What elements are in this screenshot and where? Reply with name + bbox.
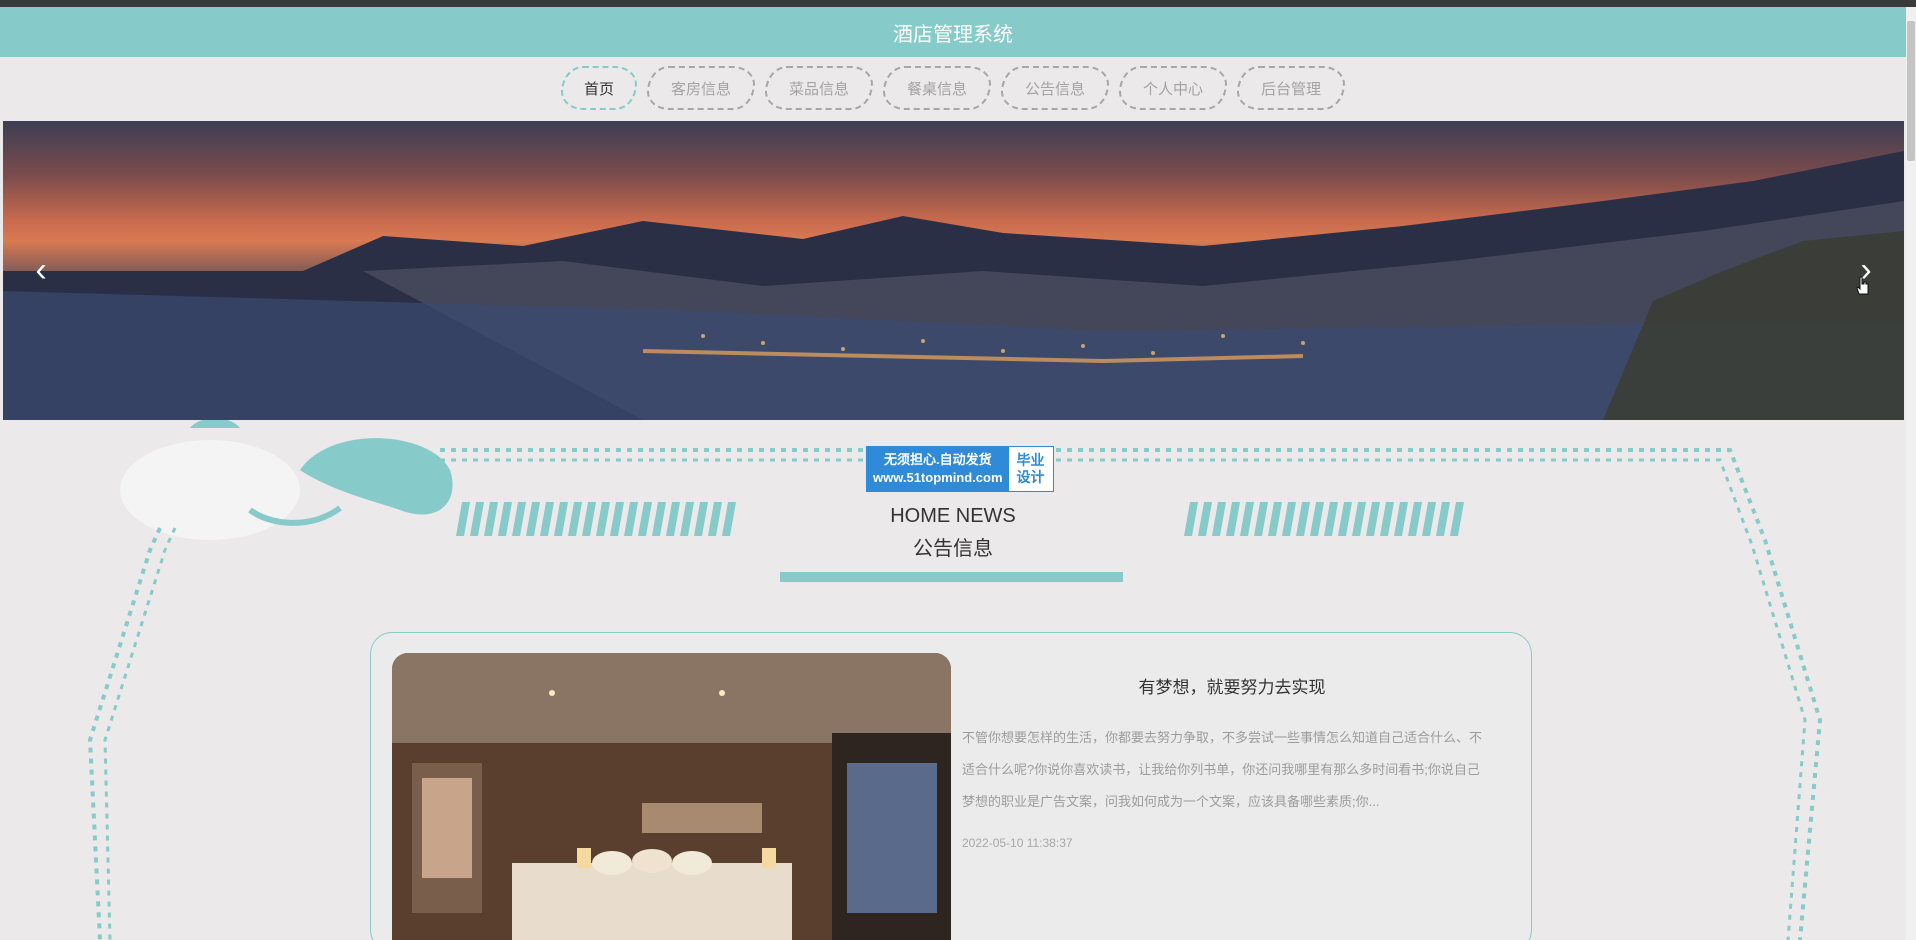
watermark-right: 毕业 设计 [1009, 447, 1053, 491]
pointer-cursor-icon [1856, 276, 1869, 295]
section-title-en: HOME NEWS [890, 505, 1016, 527]
nav-item-rooms[interactable]: 客房信息 [647, 66, 755, 110]
watermark-right2: 设计 [1016, 469, 1045, 485]
carousel-prev-button[interactable]: ‹ [23, 252, 59, 288]
section-heading: HOME NEWS 公告信息 [0, 505, 1906, 561]
page-scrollbar[interactable] [1906, 7, 1916, 940]
news-thumbnail[interactable] [392, 653, 951, 940]
watermark-line1: 无须担心.自动发货 [883, 452, 992, 467]
site-title: 酒店管理系统 [893, 23, 1013, 46]
nav-item-dishes[interactable]: 菜品信息 [765, 66, 873, 110]
section-underline [780, 572, 1123, 582]
nav-item-notices[interactable]: 公告信息 [1001, 66, 1109, 110]
news-title[interactable]: 有梦想，就要努力去实现 [960, 673, 1504, 698]
site-header: 酒店管理系统 [0, 7, 1906, 57]
carousel-slide-image [3, 151, 1904, 420]
nav-item-profile[interactable]: 个人中心 [1119, 66, 1227, 110]
hero-carousel[interactable]: ‹ › [3, 121, 1904, 420]
watermark-right1: 毕业 [1016, 452, 1045, 468]
watermark-left: 无须担心.自动发货 www.51topmind.com [867, 447, 1009, 491]
section-title-cn: 公告信息 [913, 538, 993, 560]
watermark-badge: 无须担心.自动发货 www.51topmind.com 毕业 设计 [866, 446, 1054, 492]
nav-item-home[interactable]: 首页 [561, 66, 637, 110]
watermark-line2: www.51topmind.com [873, 470, 1003, 485]
news-excerpt: 不管你想要怎样的生活，你都要去努力争取，不多尝试一些事情怎么知道自己适合什么、不… [962, 730, 1483, 809]
nav-item-admin[interactable]: 后台管理 [1237, 66, 1345, 110]
scrollbar-thumb[interactable] [1907, 21, 1915, 161]
main-nav: 首页 客房信息 菜品信息 餐桌信息 公告信息 个人中心 后台管理 [0, 57, 1906, 119]
window-top-edge [0, 0, 1916, 7]
hotel-room-image [392, 653, 951, 940]
news-date: 2022-05-10 11:38:37 [962, 836, 1073, 850]
nav-item-tables[interactable]: 餐桌信息 [883, 66, 991, 110]
